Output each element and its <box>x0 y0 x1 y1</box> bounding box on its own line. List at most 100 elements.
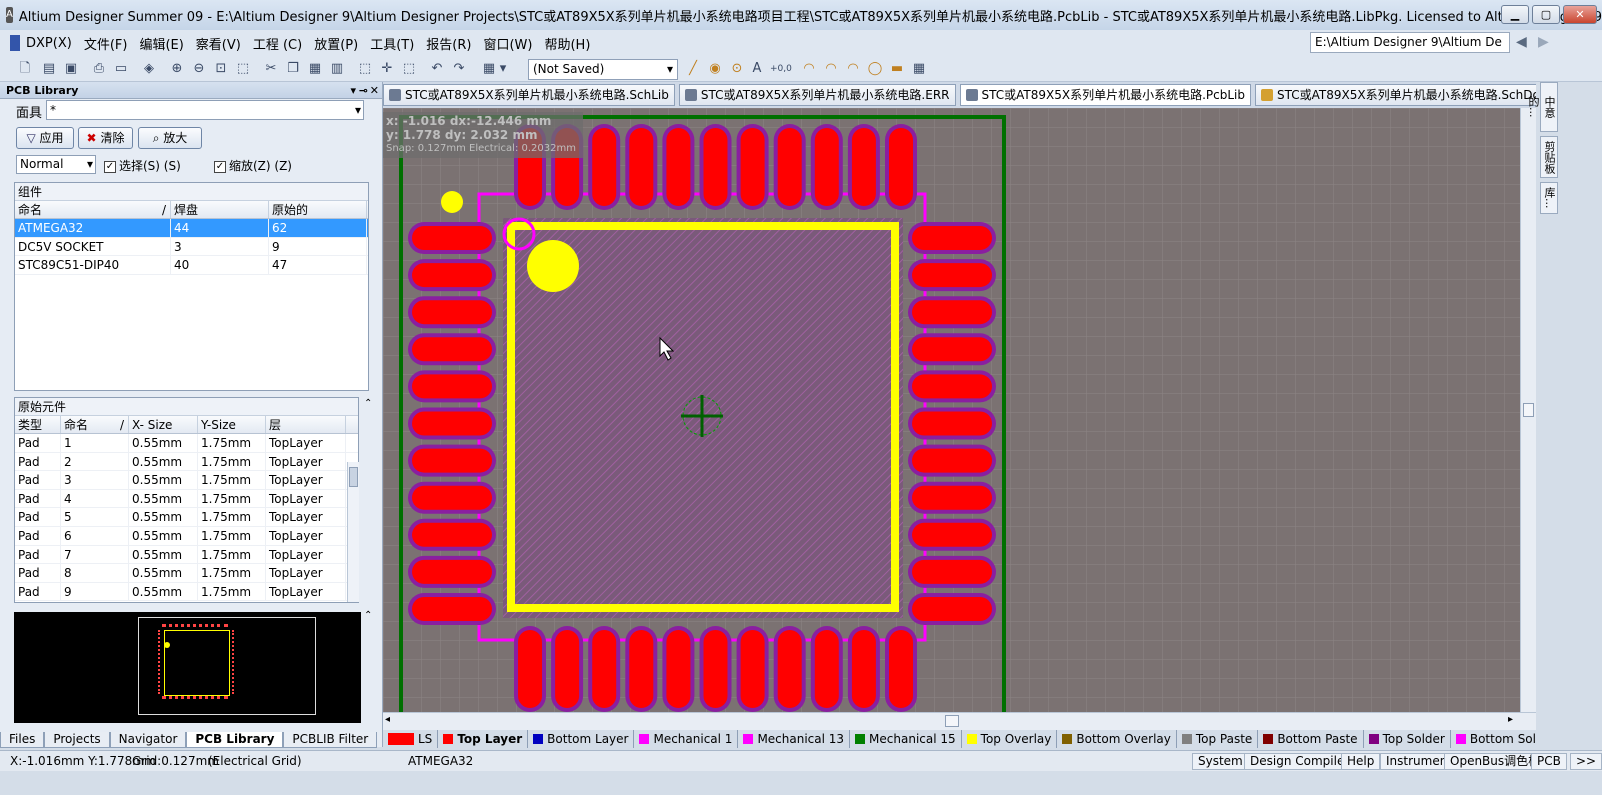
grid-icon[interactable]: ▦ <box>480 60 498 78</box>
panel-close-icon[interactable]: ✕ <box>370 82 379 99</box>
tab-pcb-library[interactable]: PCB Library <box>186 732 284 748</box>
layer-tab[interactable]: Top Layer <box>438 730 529 748</box>
tab-projects[interactable]: Projects <box>44 732 110 748</box>
col-layer[interactable]: 层 <box>266 416 346 433</box>
zoom-out-icon[interactable]: ⊖ <box>190 60 208 78</box>
status-tab-more[interactable]: >> <box>1570 753 1602 770</box>
array-paste-icon[interactable]: ▦ <box>910 60 928 78</box>
layer-tab[interactable]: Bottom Layer <box>528 730 635 748</box>
tab-err[interactable]: STC或AT89X5X系列单片机最小系统电路.ERR <box>678 84 956 106</box>
tab-files[interactable]: Files <box>0 732 45 748</box>
col-xsize[interactable]: X- Size <box>129 416 198 433</box>
primitive-row[interactable]: Pad 4 0.55mm 1.75mm TopLayer <box>15 489 358 509</box>
zoom-button[interactable]: ⌕ 放大 <box>138 127 202 149</box>
paste-icon[interactable]: ▦ <box>306 60 324 78</box>
zoom-fit-icon[interactable]: ⊡ <box>212 60 230 78</box>
mode-dropdown[interactable]: Normal ▾ <box>16 155 96 174</box>
print-preview-icon[interactable]: ▭ <box>112 60 130 78</box>
primitive-row[interactable]: Pad 1 0.55mm 1.75mm TopLayer <box>15 434 358 453</box>
fill-icon[interactable]: ▬ <box>888 60 906 78</box>
arc-edge-icon[interactable]: ◠ <box>822 60 840 78</box>
deselect-icon[interactable]: ⬚ <box>400 60 418 78</box>
col-pads[interactable]: 焊盘 <box>171 201 269 218</box>
collapse-icon[interactable]: ⌃ <box>364 398 372 409</box>
layer-tab[interactable]: Bottom Paste <box>1258 730 1364 748</box>
menu-window[interactable]: 窗口(W) <box>477 34 538 53</box>
scroll-thumb[interactable] <box>1523 403 1534 417</box>
menu-dxp[interactable]: DXP(X) <box>20 36 78 51</box>
grid-dropdown-icon[interactable]: ▾ <box>498 60 508 78</box>
zoom-checkbox[interactable]: ✓ 缩放(Z) (Z) <box>214 157 292 174</box>
zoom-in-icon[interactable]: ⊕ <box>168 60 186 78</box>
circle-icon[interactable]: ◯ <box>866 60 884 78</box>
redo-icon[interactable]: ↷ <box>450 60 468 78</box>
back-icon[interactable]: ◀ <box>1516 34 1527 50</box>
menu-edit[interactable]: 编辑(E) <box>133 34 189 53</box>
tab-clipboard[interactable]: 剪贴板 <box>1540 136 1558 178</box>
pin-icon[interactable]: ⊸ <box>359 82 368 99</box>
horizontal-scrollbar[interactable]: ◂ ▸ <box>383 712 1536 730</box>
apply-button[interactable]: ▽ 应用 <box>16 127 74 149</box>
layer-tab[interactable]: Mechanical 1 <box>634 730 739 748</box>
primitive-row[interactable]: Pad 2 0.55mm 1.75mm TopLayer <box>15 452 358 472</box>
primitive-row[interactable]: Pad 9 0.55mm 1.75mm TopLayer <box>15 582 358 602</box>
vertical-scrollbar[interactable] <box>1520 108 1536 712</box>
line-icon[interactable]: ╱ <box>684 60 702 78</box>
scroll-right-icon[interactable]: ▸ <box>1508 714 1513 725</box>
primitive-row[interactable]: Pad 5 0.55mm 1.75mm TopLayer <box>15 508 358 527</box>
primitive-row[interactable]: Pad 6 0.55mm 1.75mm TopLayer <box>15 526 358 546</box>
status-tab-pcb[interactable]: PCB <box>1531 753 1567 770</box>
mask-input[interactable]: * ▾ <box>46 100 364 120</box>
print-icon[interactable]: ⎙ <box>90 60 108 78</box>
rubber-stamp-icon[interactable]: ▥ <box>328 60 346 78</box>
menu-file[interactable]: 文件(F) <box>78 34 134 53</box>
move-icon[interactable]: ✛ <box>378 60 396 78</box>
col-name[interactable]: 命名 / <box>15 201 171 218</box>
menu-project[interactable]: 工程 (C) <box>247 34 308 53</box>
tab-navigator[interactable]: Navigator <box>109 732 187 748</box>
arc-any-icon[interactable]: ◠ <box>844 60 862 78</box>
layer-tab[interactable]: Top Paste <box>1177 730 1259 748</box>
collapse-icon[interactable]: ⌃ <box>364 610 372 621</box>
primitive-row[interactable]: Pad 7 0.55mm 1.75mm TopLayer <box>15 545 358 565</box>
scroll-thumb[interactable] <box>349 467 358 487</box>
primitives-scrollbar[interactable] <box>347 462 359 602</box>
open-icon[interactable]: ▤ <box>40 60 58 78</box>
component-row[interactable]: STC89C51-DIP40 40 47 <box>15 256 368 275</box>
scroll-thumb[interactable] <box>945 715 959 727</box>
tab-pcblib[interactable]: STC或AT89X5X系列单片机最小系统电路.PcbLib <box>959 84 1251 106</box>
undo-icon[interactable]: ↶ <box>428 60 446 78</box>
primitive-row[interactable]: Pad 8 0.55mm 1.75mm TopLayer <box>15 564 358 583</box>
select-area-icon[interactable]: ⬚ <box>356 60 374 78</box>
menu-place[interactable]: 放置(P) <box>308 34 364 53</box>
pad-icon[interactable]: ◉ <box>706 60 724 78</box>
component-row[interactable]: DC5V SOCKET 3 9 <box>15 237 368 257</box>
status-tab-system[interactable]: System <box>1192 753 1249 770</box>
primitive-row[interactable]: Pad 3 0.55mm 1.75mm TopLayer <box>15 471 358 490</box>
menu-help[interactable]: 帮助(H) <box>538 34 596 53</box>
component-row[interactable]: ATMEGA32 44 62 <box>15 219 368 238</box>
save-icon[interactable]: ▣ <box>62 60 80 78</box>
menu-reports[interactable]: 报告(R) <box>420 34 477 53</box>
layer-tab[interactable]: LS <box>383 730 439 748</box>
status-tab-help[interactable]: Help <box>1341 753 1381 770</box>
col-primitives[interactable]: 原始的 <box>269 201 367 218</box>
tab-schlib[interactable]: STC或AT89X5X系列单片机最小系统电路.SchLib <box>383 84 675 106</box>
zoom-area-icon[interactable]: ⬚ <box>234 60 252 78</box>
layer-tab[interactable]: Mechanical 15 <box>850 730 962 748</box>
layer-tab[interactable]: Bottom Solder <box>1451 730 1536 748</box>
path-dropdown[interactable]: E:\Altium Designer 9\Altium De <box>1310 32 1510 53</box>
layer-tab[interactable]: Top Solder <box>1364 730 1451 748</box>
via-icon[interactable]: ⊙ <box>728 60 746 78</box>
close-button[interactable]: ✕ <box>1563 5 1597 24</box>
menu-tools[interactable]: 工具(T) <box>364 34 420 53</box>
col-type[interactable]: 类型 <box>15 416 61 433</box>
layers-icon[interactable]: ◈ <box>140 60 158 78</box>
tab-libraries[interactable]: 库... <box>1540 182 1558 214</box>
coordinate-icon[interactable]: +0,0 <box>770 60 792 78</box>
forward-icon[interactable]: ▶ <box>1538 34 1549 50</box>
tab-schdoc[interactable]: STC或AT89X5X系列单片机最小系统电路.SchDoc <box>1255 84 1553 106</box>
menu-view[interactable]: 察看(V) <box>190 34 247 53</box>
scroll-left-icon[interactable]: ◂ <box>385 714 390 725</box>
panel-menu-icon[interactable]: ▾ <box>350 82 356 99</box>
